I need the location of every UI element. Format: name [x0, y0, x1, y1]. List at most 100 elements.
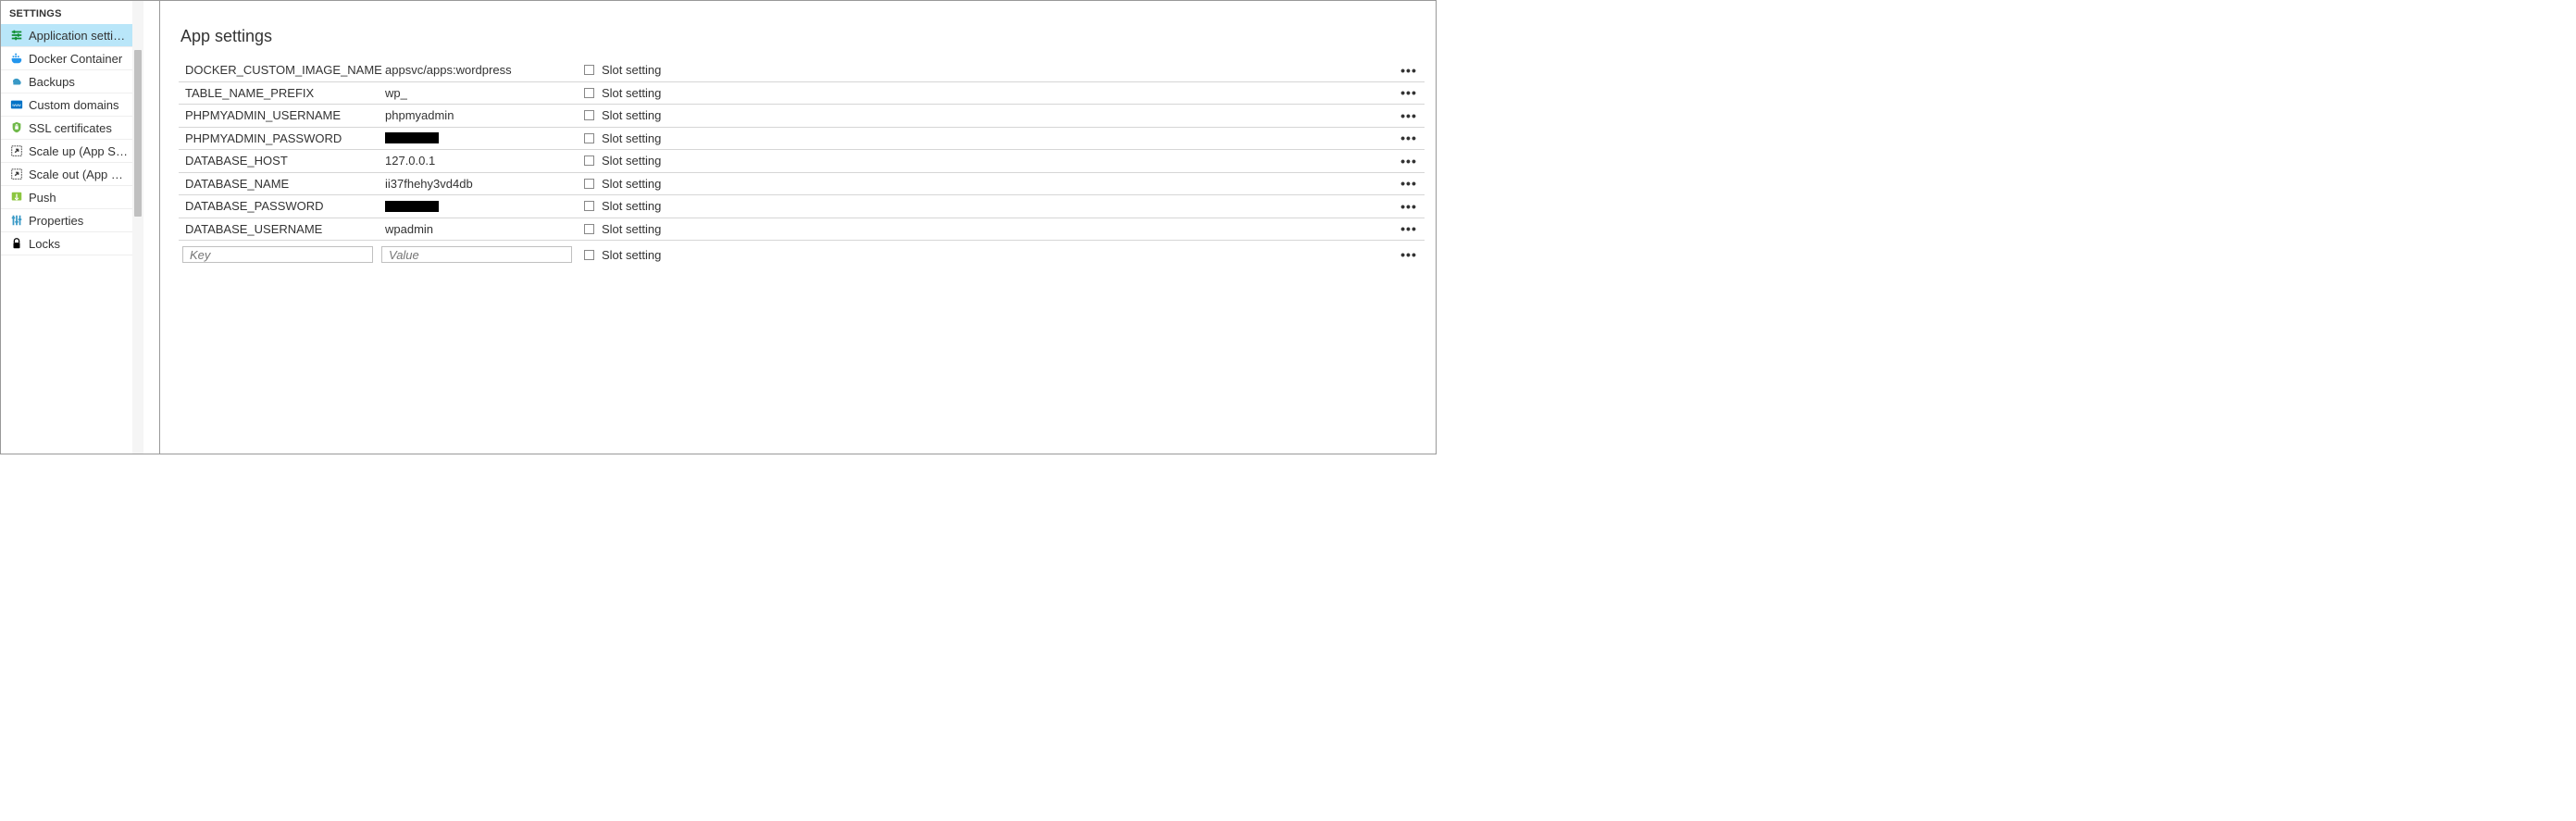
setting-key[interactable]: DATABASE_HOST — [182, 154, 381, 168]
row-actions: ••• — [1399, 60, 1421, 81]
push-icon — [10, 191, 23, 204]
slot-checkbox[interactable] — [584, 250, 594, 260]
svg-text:www: www — [12, 103, 21, 107]
setting-row: PHPMYADMIN_USERNAMEphpmyadmin Slot settin… — [179, 105, 1425, 128]
row-actions: ••• — [1399, 128, 1421, 148]
properties-icon — [10, 214, 23, 227]
row-actions: ••• — [1399, 151, 1421, 171]
sidebar-item-properties[interactable]: Properties — [1, 209, 132, 232]
setting-key[interactable]: DOCKER_CUSTOM_IMAGE_NAME — [182, 63, 381, 77]
sidebar-item-locks[interactable]: Locks — [1, 232, 132, 255]
new-value-input[interactable] — [381, 246, 572, 263]
sidebar-item-scale-up[interactable]: Scale up (App Service plan) — [1, 140, 132, 163]
row-actions: ••• — [1399, 196, 1421, 217]
setting-value[interactable]: 127.0.0.1 — [381, 154, 580, 168]
slot-checkbox[interactable] — [584, 179, 594, 189]
setting-row: DATABASE_PASSWORD Slot setting ••• — [179, 195, 1425, 218]
slot-label: Slot setting — [602, 154, 661, 168]
more-button[interactable]: ••• — [1399, 60, 1419, 81]
setting-key[interactable]: TABLE_NAME_PREFIX — [182, 86, 381, 100]
setting-value[interactable] — [381, 132, 580, 143]
more-button[interactable]: ••• — [1399, 151, 1419, 171]
sidebar-scrollbar[interactable] — [132, 1, 143, 454]
sidebar-scrollbar-thumb[interactable] — [134, 50, 142, 217]
slot-setting: Slot setting — [584, 177, 780, 191]
page-title: App settings — [179, 27, 1425, 46]
panel-separator — [144, 1, 160, 454]
setting-value[interactable]: wpadmin — [381, 222, 580, 236]
setting-value[interactable]: appsvc/apps:wordpress — [381, 63, 580, 77]
setting-row: DATABASE_USERNAMEwpadmin Slot setting ••• — [179, 218, 1425, 242]
sidebar-item-label: Push — [29, 191, 56, 205]
main-panel: App settings DOCKER_CUSTOM_IMAGE_NAMEapp… — [160, 1, 1436, 454]
masked-value — [385, 132, 439, 143]
setting-value[interactable]: ii37fhehy3vd4db — [381, 177, 580, 191]
backups-icon — [10, 75, 23, 88]
sidebar-item-label: Application settings — [29, 29, 129, 43]
setting-row: PHPMYADMIN_PASSWORD Slot setting ••• — [179, 128, 1425, 151]
slot-setting: Slot setting — [584, 222, 780, 236]
slot-checkbox[interactable] — [584, 88, 594, 98]
scale-up-icon — [10, 144, 23, 157]
slot-label: Slot setting — [602, 248, 661, 262]
sidebar-item-docker-container[interactable]: Docker Container — [1, 47, 132, 70]
new-key-input[interactable] — [182, 246, 373, 263]
slot-checkbox[interactable] — [584, 155, 594, 166]
sidebar-header: SETTINGS — [1, 1, 132, 24]
slot-checkbox[interactable] — [584, 201, 594, 211]
new-setting-row: Slot setting ••• — [179, 241, 1425, 266]
docker-icon — [10, 52, 23, 65]
more-button[interactable]: ••• — [1399, 82, 1419, 103]
slot-label: Slot setting — [602, 222, 661, 236]
slot-setting: Slot setting — [584, 63, 780, 77]
slot-setting: Slot setting — [584, 108, 780, 122]
more-button[interactable]: ••• — [1399, 173, 1419, 193]
slot-checkbox[interactable] — [584, 65, 594, 75]
sidebar-item-label: Backups — [29, 75, 75, 89]
sidebar-item-custom-domains[interactable]: www Custom domains — [1, 93, 132, 117]
sidebar-item-backups[interactable]: Backups — [1, 70, 132, 93]
more-button[interactable]: ••• — [1399, 218, 1419, 239]
sidebar-item-label: SSL certificates — [29, 121, 112, 135]
sidebar-item-label: Scale out (App Service plan) — [29, 168, 129, 181]
slot-checkbox[interactable] — [584, 224, 594, 234]
slot-setting: Slot setting — [584, 199, 780, 213]
slot-label: Slot setting — [602, 131, 661, 145]
sidebar-item-label: Properties — [29, 214, 83, 228]
setting-key[interactable]: DATABASE_PASSWORD — [182, 199, 381, 213]
slot-label: Slot setting — [602, 108, 661, 122]
sidebar-item-push[interactable]: Push — [1, 186, 132, 209]
setting-key[interactable]: PHPMYADMIN_PASSWORD — [182, 131, 381, 145]
setting-row: DOCKER_CUSTOM_IMAGE_NAMEappsvc/apps:word… — [179, 59, 1425, 82]
setting-key[interactable]: DATABASE_NAME — [182, 177, 381, 191]
setting-value[interactable] — [381, 201, 580, 212]
scale-out-icon — [10, 168, 23, 180]
slot-setting: Slot setting — [584, 86, 780, 100]
setting-key[interactable]: DATABASE_USERNAME — [182, 222, 381, 236]
sidebar-item-label: Docker Container — [29, 52, 122, 66]
slot-label: Slot setting — [602, 199, 661, 213]
setting-value[interactable]: wp_ — [381, 86, 580, 100]
sidebar-item-application-settings[interactable]: Application settings — [1, 24, 132, 47]
slot-checkbox[interactable] — [584, 110, 594, 120]
sidebar: SETTINGS Application settings Docker Con… — [1, 1, 133, 454]
more-button[interactable]: ••• — [1399, 196, 1419, 217]
sidebar-item-label: Scale up (App Service plan) — [29, 144, 129, 158]
setting-value[interactable]: phpmyadmin — [381, 108, 580, 122]
sidebar-item-ssl-certificates[interactable]: SSL certificates — [1, 117, 132, 140]
row-actions: ••• — [1399, 106, 1421, 126]
slot-label: Slot setting — [602, 86, 661, 100]
locks-icon — [10, 237, 23, 250]
more-button[interactable]: ••• — [1399, 244, 1419, 265]
more-button[interactable]: ••• — [1399, 106, 1419, 126]
slot-checkbox[interactable] — [584, 133, 594, 143]
row-actions: ••• — [1399, 218, 1421, 239]
setting-key[interactable]: PHPMYADMIN_USERNAME — [182, 108, 381, 122]
more-button[interactable]: ••• — [1399, 128, 1419, 148]
setting-row: TABLE_NAME_PREFIXwp_ Slot setting ••• — [179, 82, 1425, 106]
sidebar-item-label: Custom domains — [29, 98, 119, 112]
slot-setting: Slot setting — [584, 248, 780, 262]
setting-row: DATABASE_HOST127.0.0.1 Slot setting ••• — [179, 150, 1425, 173]
sidebar-item-scale-out[interactable]: Scale out (App Service plan) — [1, 163, 132, 186]
masked-value — [385, 201, 439, 212]
